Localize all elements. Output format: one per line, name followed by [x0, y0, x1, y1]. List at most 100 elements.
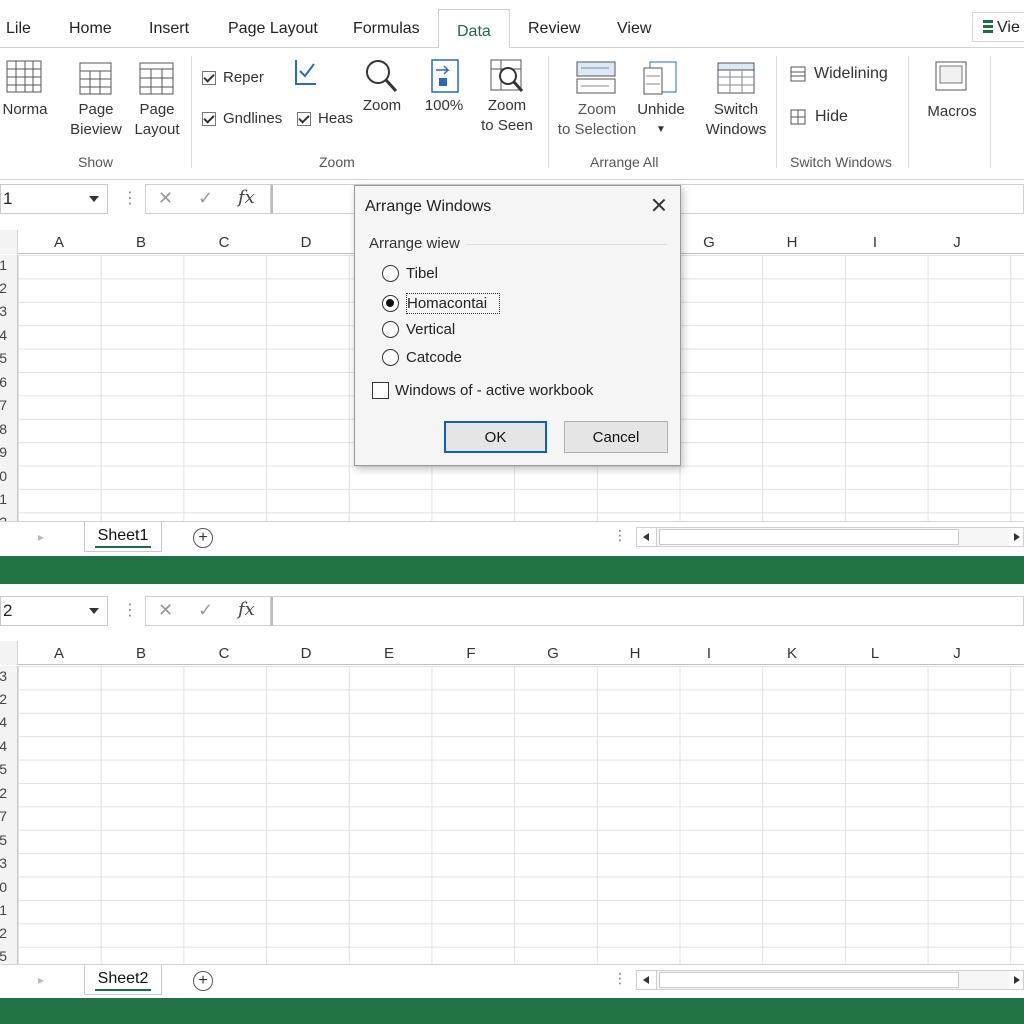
- headings-checkbox[interactable]: Heas: [297, 110, 353, 127]
- tab-home[interactable]: Home: [69, 20, 112, 38]
- zoom-to-selection-button[interactable]: Zoom to Seen: [477, 58, 537, 136]
- row-header[interactable]: 6: [0, 374, 7, 390]
- page-layout-view-button[interactable]: Page Layout: [130, 62, 184, 140]
- row-header[interactable]: 9: [0, 444, 7, 460]
- row-header[interactable]: 2: [0, 785, 7, 801]
- column-header-l[interactable]: L: [834, 645, 916, 662]
- cancel-button[interactable]: Cancel: [564, 421, 668, 453]
- row-header[interactable]: 2: [0, 280, 7, 296]
- switch-windows-button[interactable]: Switch Windows: [700, 60, 772, 140]
- row-header[interactable]: 4: [0, 327, 7, 343]
- row-header[interactable]: 1: [0, 257, 7, 273]
- active-workbook-checkbox[interactable]: Windows of - active workbook: [372, 382, 593, 399]
- cell-grid[interactable]: 3 2 4 4 5 2 7 5 3 0 1 2 5: [0, 666, 1024, 964]
- scroll-thumb[interactable]: [659, 972, 959, 988]
- cancel-entry-icon[interactable]: ✕: [158, 600, 173, 621]
- column-header-c[interactable]: C: [183, 645, 265, 662]
- column-header-d[interactable]: D: [265, 645, 347, 662]
- row-header[interactable]: 7: [0, 808, 7, 824]
- column-header-c[interactable]: C: [183, 234, 265, 251]
- zoom-100-button[interactable]: 100%: [420, 58, 468, 116]
- column-header-h[interactable]: H: [594, 645, 676, 662]
- formula-bar-toggle[interactable]: [292, 58, 320, 93]
- radio-horizontal[interactable]: Homacontai: [382, 293, 501, 314]
- tab-formulas[interactable]: Formulas: [353, 20, 420, 38]
- insert-function-icon[interactable]: fx: [238, 187, 255, 208]
- column-header-b[interactable]: B: [100, 645, 182, 662]
- close-icon[interactable]: [650, 196, 668, 214]
- name-box[interactable]: 1: [0, 184, 108, 214]
- row-header[interactable]: 5: [0, 832, 7, 848]
- row-header[interactable]: 7: [0, 397, 7, 413]
- radio-cascade[interactable]: Catcode: [382, 349, 462, 366]
- enter-check-icon[interactable]: ✓: [198, 188, 213, 209]
- hide-button[interactable]: Hide: [790, 108, 848, 126]
- row-header[interactable]: 12: [0, 514, 7, 521]
- row-header[interactable]: 3: [0, 303, 7, 319]
- widelining-button[interactable]: Widelining: [790, 65, 888, 83]
- row-header[interactable]: 0: [0, 879, 7, 895]
- tab-file[interactable]: Lile: [6, 20, 31, 38]
- column-header-j[interactable]: J: [916, 234, 998, 251]
- tab-page-layout[interactable]: Page Layout: [228, 20, 318, 38]
- view-options-button[interactable]: Vie: [972, 12, 1024, 42]
- zoom-button[interactable]: Zoom: [358, 58, 406, 116]
- new-window-button[interactable]: Zoom to Selection: [556, 60, 638, 140]
- horizontal-scrollbar[interactable]: [636, 527, 1024, 547]
- select-all-corner[interactable]: [0, 230, 18, 254]
- column-header-k[interactable]: K: [751, 645, 833, 662]
- sheet-tab-sheet2[interactable]: Sheet2: [84, 965, 162, 995]
- column-header-a[interactable]: A: [18, 645, 100, 662]
- column-header-g[interactable]: G: [512, 645, 594, 662]
- add-sheet-icon[interactable]: +: [193, 528, 213, 548]
- ok-button[interactable]: OK: [444, 421, 547, 453]
- tab-data[interactable]: Data: [438, 9, 510, 49]
- row-header[interactable]: 5: [0, 350, 7, 366]
- name-box[interactable]: 2: [0, 596, 108, 626]
- radio-tiled[interactable]: Tibel: [382, 265, 438, 282]
- normal-view-button[interactable]: Norma: [2, 60, 48, 120]
- tab-review[interactable]: Review: [528, 20, 580, 38]
- enter-check-icon[interactable]: ✓: [198, 600, 213, 621]
- column-header-h[interactable]: H: [751, 234, 833, 251]
- row-header[interactable]: 11: [0, 491, 7, 507]
- scroll-right-icon[interactable]: [1009, 971, 1023, 989]
- scroll-left-icon[interactable]: [637, 971, 657, 989]
- sheet-nav-icon[interactable]: ▸: [38, 973, 44, 987]
- row-header[interactable]: 8: [0, 421, 7, 437]
- row-header[interactable]: 2: [0, 691, 7, 707]
- column-header-i[interactable]: I: [668, 645, 750, 662]
- tab-splitter-icon[interactable]: ⋮: [613, 527, 627, 544]
- add-sheet-icon[interactable]: +: [193, 971, 213, 991]
- column-header-b[interactable]: B: [100, 234, 182, 251]
- select-all-corner[interactable]: [0, 641, 18, 665]
- column-header-j[interactable]: J: [916, 645, 998, 662]
- unhide-button[interactable]: Unhide ▼: [634, 60, 688, 140]
- row-header[interactable]: 4: [0, 738, 7, 754]
- row-header[interactable]: 5: [0, 761, 7, 777]
- gridlines-checkbox[interactable]: Gndlines: [202, 110, 282, 127]
- tab-splitter-icon[interactable]: ⋮: [613, 970, 627, 987]
- ruler-checkbox[interactable]: Reper: [202, 69, 264, 86]
- radio-vertical[interactable]: Vertical: [382, 321, 455, 338]
- sheet-nav-icon[interactable]: ▸: [38, 530, 44, 544]
- row-header[interactable]: 3: [0, 855, 7, 871]
- scroll-thumb[interactable]: [659, 529, 959, 545]
- row-header[interactable]: 3: [0, 668, 7, 684]
- macros-button[interactable]: Macros: [922, 60, 982, 122]
- column-header-a[interactable]: A: [18, 234, 100, 251]
- row-header[interactable]: 1: [0, 902, 7, 918]
- cancel-entry-icon[interactable]: ✕: [158, 188, 173, 209]
- page-break-preview-button[interactable]: Page Bieview: [66, 62, 126, 140]
- sheet-tab-sheet1[interactable]: Sheet1: [84, 522, 162, 552]
- tab-insert[interactable]: Insert: [149, 20, 189, 38]
- column-header-d[interactable]: D: [265, 234, 347, 251]
- scroll-left-icon[interactable]: [637, 528, 657, 546]
- row-header[interactable]: 10: [0, 468, 7, 484]
- row-header[interactable]: 4: [0, 714, 7, 730]
- column-header-i[interactable]: I: [834, 234, 916, 251]
- row-header[interactable]: 5: [0, 948, 7, 964]
- column-header-e[interactable]: E: [348, 645, 430, 662]
- horizontal-scrollbar[interactable]: [636, 970, 1024, 990]
- tab-view[interactable]: View: [617, 20, 651, 38]
